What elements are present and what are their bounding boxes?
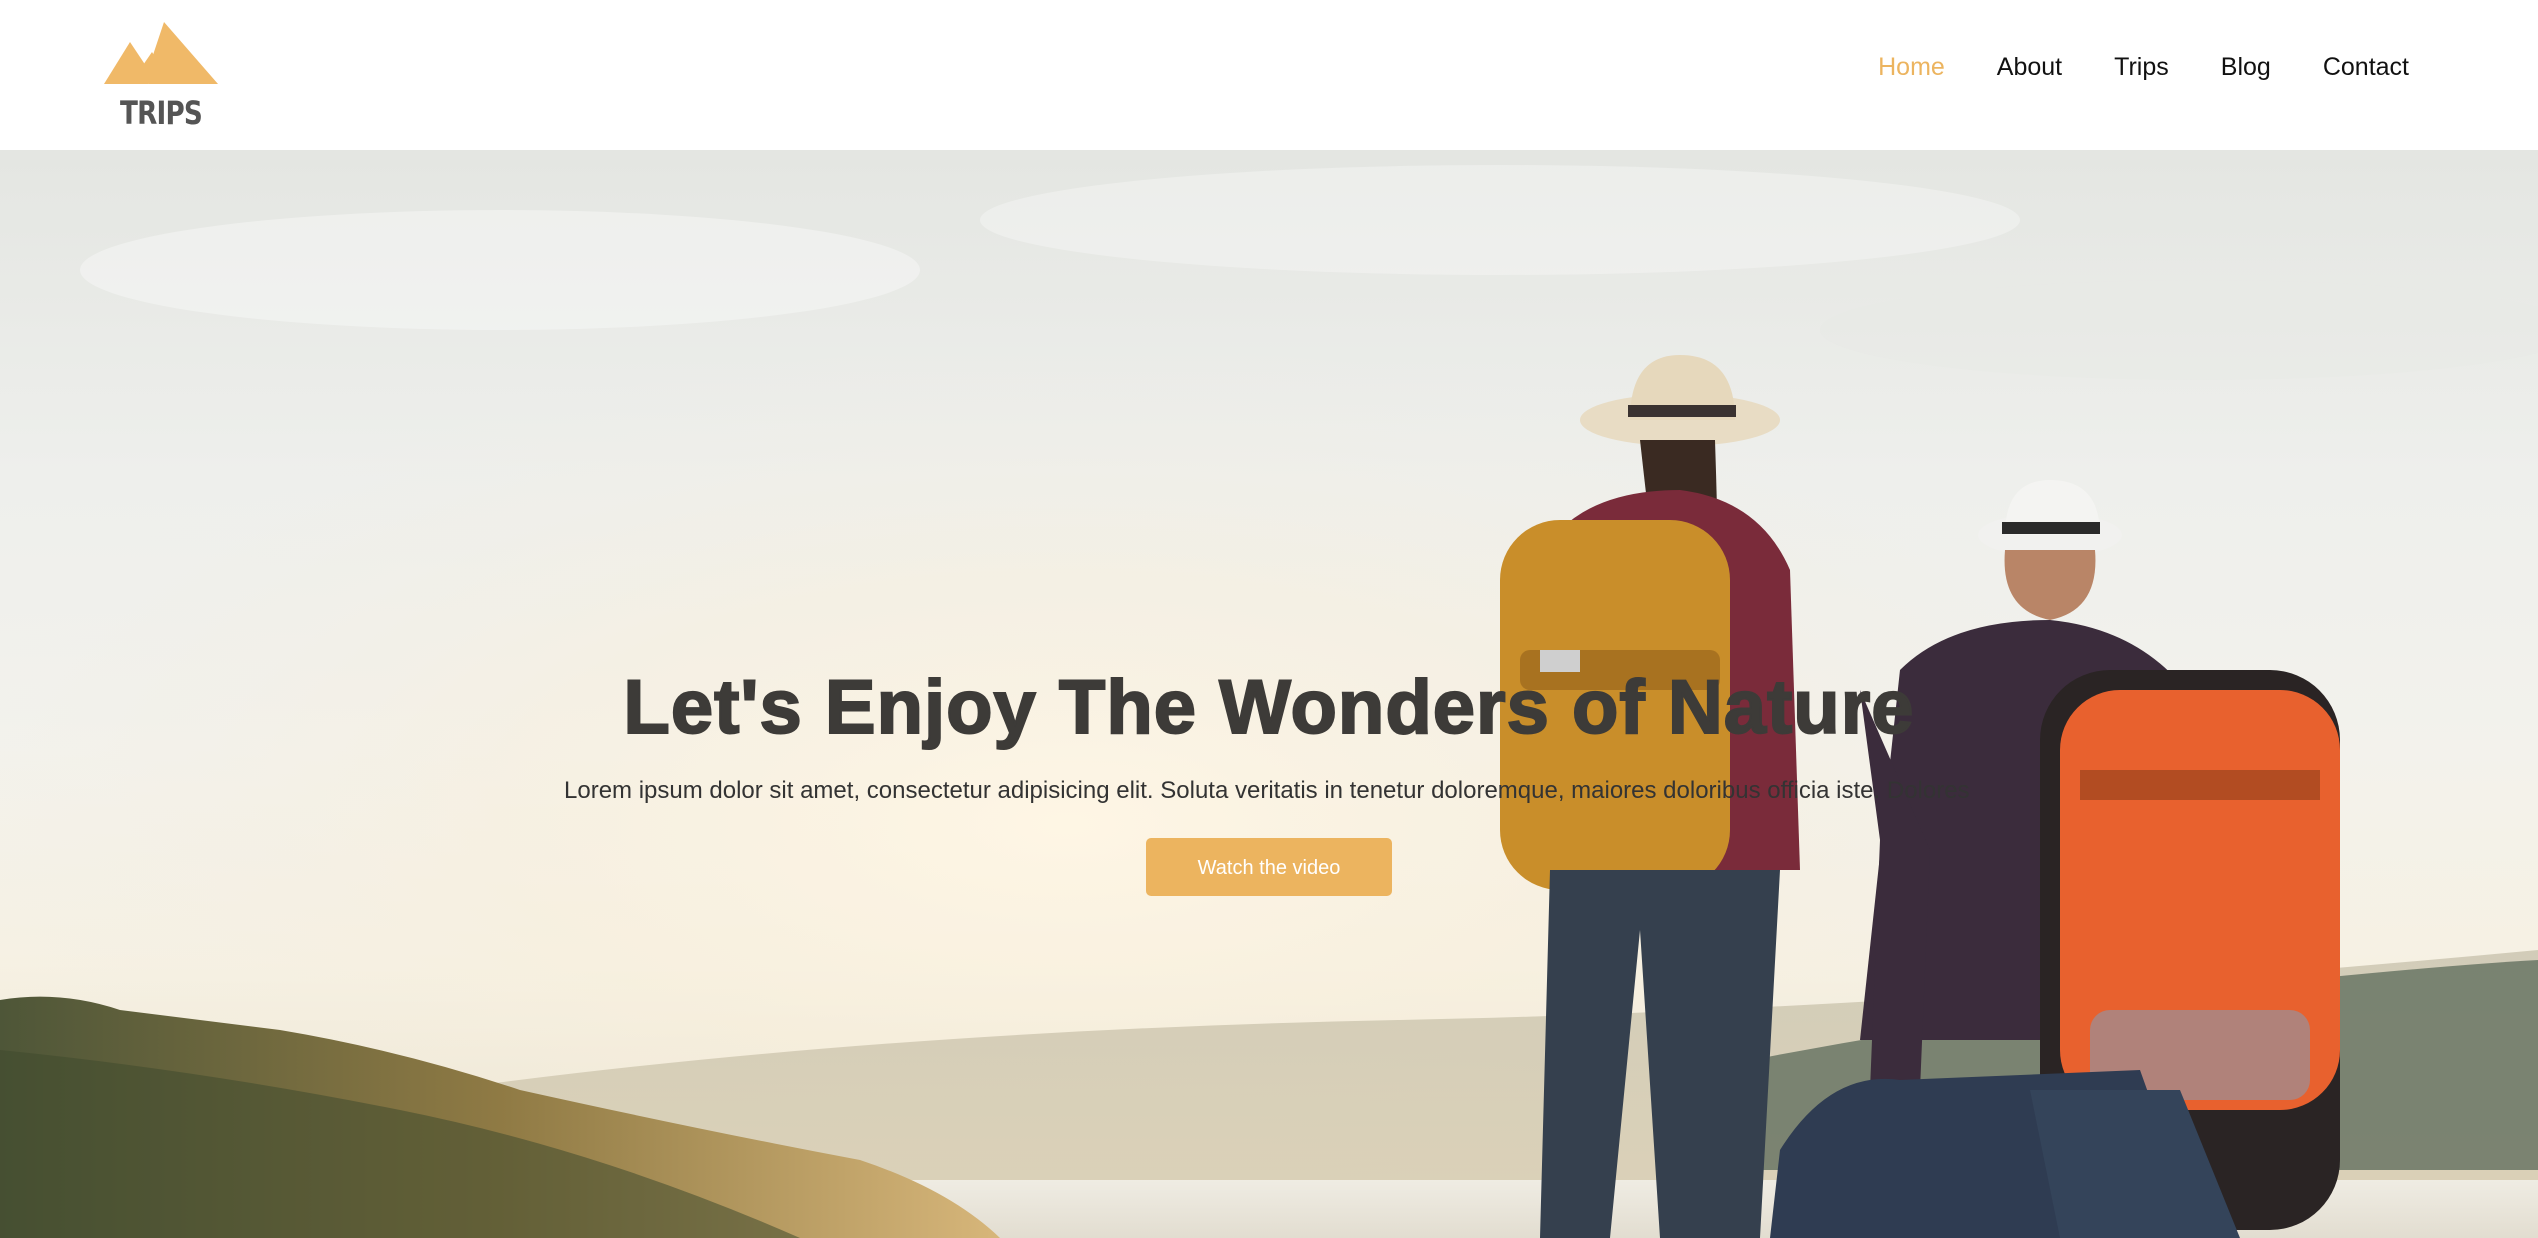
watch-video-button[interactable]: Watch the video	[1146, 838, 1392, 896]
nav-item-home[interactable]: Home	[1878, 52, 1945, 82]
nav-item-blog[interactable]: Blog	[2221, 52, 2271, 82]
nav-item-trips[interactable]: Trips	[2114, 52, 2169, 82]
hero-text: Lorem ipsum dolor sit amet, consectetur …	[564, 777, 1970, 804]
logo-text: TRIPS	[120, 94, 203, 132]
hero-content: Let's Enjoy The Wonders of Nature Lorem …	[0, 660, 2538, 896]
mountain-icon	[104, 22, 218, 84]
hero-title: Let's Enjoy The Wonders of Nature	[622, 664, 1915, 751]
site-logo[interactable]: TRIPS	[104, 22, 218, 134]
main-nav: Home About Trips Blog Contact	[1878, 52, 2409, 82]
hero-text-wrapper: Lorem ipsum dolor sit amet, consectetur …	[564, 756, 1974, 806]
site-header: TRIPS Home About Trips Blog Contact	[0, 0, 2538, 150]
nav-item-about[interactable]: About	[1997, 52, 2062, 82]
nav-item-contact[interactable]: Contact	[2323, 52, 2409, 82]
hero-section: Let's Enjoy The Wonders of Nature Lorem …	[0, 150, 2538, 1238]
